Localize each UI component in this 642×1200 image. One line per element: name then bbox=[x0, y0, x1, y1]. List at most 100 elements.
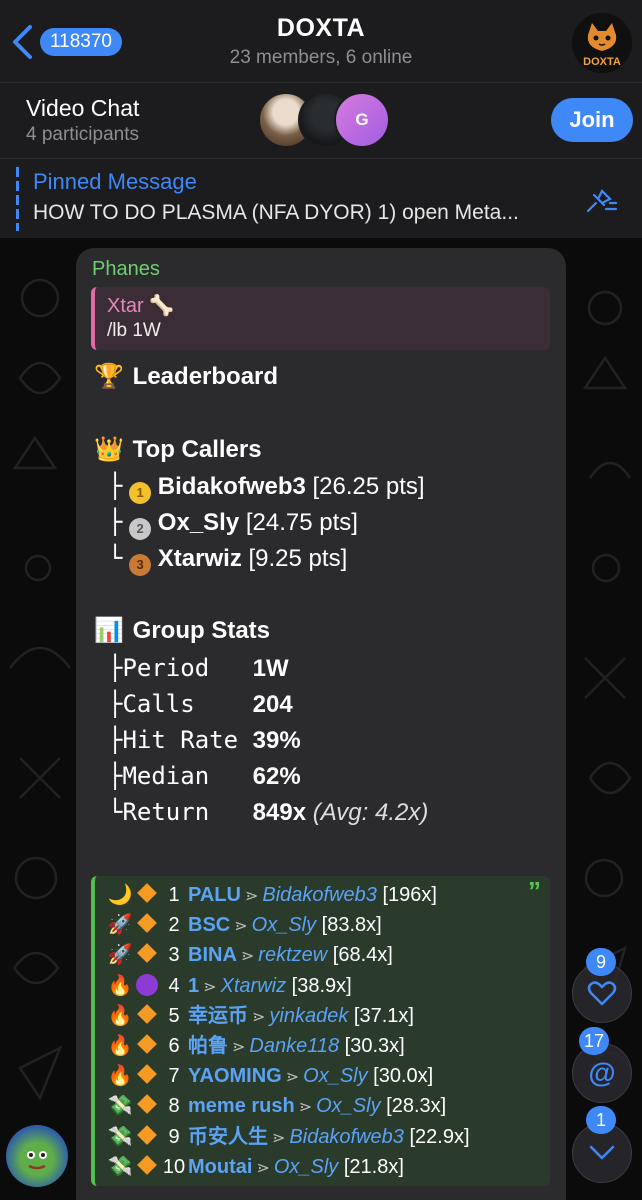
stat-label: Return bbox=[122, 798, 210, 826]
video-chat-bar[interactable]: Video Chat 4 participants G Join bbox=[0, 82, 642, 159]
pin-list-icon[interactable] bbox=[584, 183, 618, 217]
unread-count-badge: 118370 bbox=[40, 28, 122, 56]
gold-medal-icon: 1 bbox=[129, 482, 152, 504]
crown-icon: 👑 bbox=[94, 436, 124, 463]
caller-name: Bidakofweb3 bbox=[157, 473, 306, 500]
call-multiplier: [22.9x] bbox=[409, 1125, 470, 1148]
orange-diamond-icon bbox=[137, 943, 157, 964]
group-stats-title: Group Stats bbox=[132, 617, 271, 644]
join-button[interactable]: Join bbox=[551, 98, 633, 142]
caller-link[interactable]: Ox_Sly bbox=[252, 914, 316, 936]
token-link[interactable]: meme rush bbox=[188, 1095, 295, 1117]
token-link[interactable]: YAOMING bbox=[188, 1065, 282, 1087]
top-callers-heading: 👑 Top Callers bbox=[92, 435, 262, 464]
call-emoji-icon: 💸 bbox=[107, 1155, 133, 1178]
call-rank: 9 bbox=[168, 1125, 180, 1148]
pinned-message-bar[interactable]: Pinned Message HOW TO DO PLASMA (NFA DYO… bbox=[0, 158, 642, 239]
token-link[interactable]: 币安人生 bbox=[188, 1126, 268, 1148]
separator-icon: ⋗ bbox=[234, 918, 248, 936]
caller-link[interactable]: Ox_Sly bbox=[303, 1065, 367, 1087]
orange-diamond-icon bbox=[137, 913, 157, 934]
stat-extra: (Avg: 4.2x) bbox=[312, 799, 429, 826]
orange-diamond-icon bbox=[137, 1064, 157, 1085]
token-link[interactable]: 帕鲁 bbox=[188, 1035, 228, 1057]
chat-title-area[interactable]: DOXTA 23 members, 6 online bbox=[150, 14, 492, 69]
caller-points: [26.25 pts] bbox=[312, 473, 425, 500]
call-multiplier: [37.1x] bbox=[353, 1004, 414, 1027]
call-multiplier: [21.8x] bbox=[343, 1155, 404, 1178]
stat-row: ├Median 62% bbox=[108, 762, 301, 790]
call-row: 🔥 5 幸运币 ⋗ yinkadek [37.1x] bbox=[106, 1002, 414, 1030]
call-emoji-icon: 🔥 bbox=[107, 974, 133, 997]
caller-link[interactable]: Bidakofweb3 bbox=[289, 1126, 404, 1148]
call-row: 🔥 6 帕鲁 ⋗ Danke118 [30.3x] bbox=[106, 1032, 405, 1060]
call-row: 🚀 2 BSC ⋗ Ox_Sly [83.8x] bbox=[106, 911, 382, 939]
caller-link[interactable]: yinkadek bbox=[269, 1005, 348, 1027]
token-link[interactable]: BINA bbox=[188, 944, 237, 966]
stat-row: └Return 849x (Avg: 4.2x) bbox=[108, 798, 429, 826]
call-multiplier: [30.3x] bbox=[344, 1035, 405, 1057]
call-multiplier: [28.3x] bbox=[386, 1095, 447, 1118]
call-emoji-icon: 🌙 bbox=[107, 884, 133, 906]
token-link[interactable]: 幸运币 bbox=[188, 1005, 248, 1027]
orange-diamond-icon bbox=[137, 1034, 157, 1054]
reply-author: Xtar 🦴 bbox=[107, 295, 175, 317]
orange-diamond-icon bbox=[137, 1094, 157, 1115]
separator-icon: ⋗ bbox=[272, 1129, 286, 1147]
stat-label: Hit Rate bbox=[122, 726, 239, 754]
token-link[interactable]: Moutai bbox=[188, 1156, 252, 1178]
call-row: 🚀 3 BINA ⋗ rektzew [68.4x] bbox=[106, 941, 393, 969]
sender-avatar[interactable] bbox=[6, 1125, 68, 1187]
token-link[interactable]: BSC bbox=[188, 914, 230, 936]
caller-link[interactable]: Ox_Sly bbox=[316, 1095, 380, 1117]
stat-value: 39% bbox=[252, 727, 301, 754]
call-emoji-icon: 🔥 bbox=[107, 1035, 133, 1057]
leaderboard-heading: 🏆 Leaderboard bbox=[92, 362, 278, 391]
call-emoji-icon: 💸 bbox=[107, 1095, 133, 1118]
orange-diamond-icon bbox=[137, 1154, 157, 1175]
call-emoji-icon: 🔥 bbox=[107, 1004, 133, 1027]
caller-link[interactable]: Danke118 bbox=[249, 1035, 339, 1057]
token-link[interactable]: 1 bbox=[188, 975, 199, 997]
caller-link[interactable]: Ox_Sly bbox=[274, 1156, 338, 1178]
message-sender[interactable]: Phanes bbox=[92, 258, 160, 281]
caller-link[interactable]: Xtarwiz bbox=[221, 975, 287, 997]
separator-icon: ⋗ bbox=[256, 1159, 270, 1177]
separator-icon: ⋗ bbox=[285, 1069, 300, 1087]
reply-text: /lb 1W bbox=[107, 320, 161, 341]
call-multiplier: [83.8x] bbox=[321, 914, 382, 937]
call-emoji-icon: 🚀 bbox=[107, 944, 133, 967]
call-emoji-icon: 💸 bbox=[107, 1125, 133, 1148]
at-icon: @ bbox=[588, 1057, 616, 1088]
trophy-icon: 🏆 bbox=[94, 363, 124, 390]
chat-title: DOXTA bbox=[276, 14, 366, 42]
back-button[interactable]: 118370 bbox=[10, 24, 122, 60]
top-caller-row: ├ 2 Ox_Sly [24.75 pts] bbox=[108, 508, 358, 540]
group-avatar[interactable]: DOXTA bbox=[572, 13, 632, 73]
call-multiplier: [196x] bbox=[382, 884, 437, 906]
chevron-left-icon bbox=[13, 25, 32, 59]
caller-points: [9.25 pts] bbox=[248, 545, 348, 572]
token-link[interactable]: PALU bbox=[188, 884, 241, 906]
call-row: 💸 10 Moutai ⋗ Ox_Sly [21.8x] bbox=[106, 1153, 404, 1181]
chevron-down-icon bbox=[589, 1145, 615, 1160]
orange-diamond-icon bbox=[137, 883, 157, 903]
caller-link[interactable]: Bidakofweb3 bbox=[262, 884, 377, 906]
separator-icon: ⋗ bbox=[244, 888, 259, 905]
unread-badge: 1 bbox=[586, 1106, 616, 1134]
group-stats-heading: 📊 Group Stats bbox=[92, 616, 270, 645]
leaderboard-title: Leaderboard bbox=[132, 363, 279, 390]
reply-preview[interactable]: Xtar 🦴 /lb 1W bbox=[91, 287, 550, 350]
call-row: 🌙 1 PALU ⋗ Bidakofweb3 [196x] bbox=[106, 881, 437, 909]
call-emoji-icon: 🔥 bbox=[107, 1065, 133, 1088]
pinned-text: HOW TO DO PLASMA (NFA DYOR) 1) open Meta… bbox=[33, 201, 519, 224]
caller-link[interactable]: rektzew bbox=[258, 944, 327, 966]
pinned-indicator bbox=[16, 167, 19, 231]
silver-medal-icon: 2 bbox=[129, 518, 152, 540]
top-caller-row: ├ 1 Bidakofweb3 [26.25 pts] bbox=[108, 472, 425, 504]
purple-circle-icon bbox=[136, 973, 158, 996]
call-row: 💸 8 meme rush ⋗ Ox_Sly [28.3x] bbox=[106, 1092, 446, 1120]
mentions-count-badge: 17 bbox=[579, 1027, 609, 1055]
orange-diamond-icon bbox=[137, 1003, 157, 1024]
call-row: 💸 9 币安人生 ⋗ Bidakofweb3 [22.9x] bbox=[106, 1123, 470, 1151]
